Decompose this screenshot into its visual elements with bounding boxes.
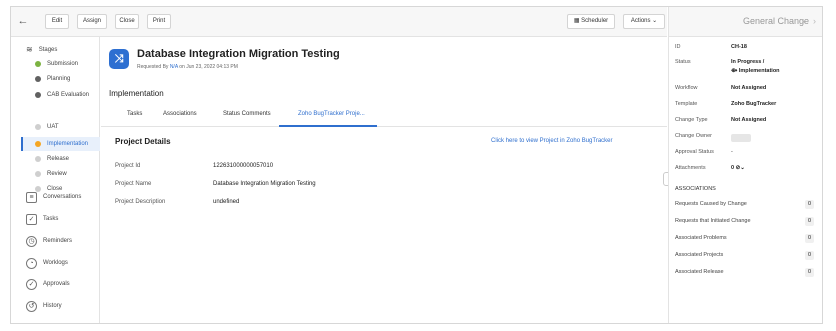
assoc-label-problems: Associated Problems <box>675 235 727 241</box>
stage-planning[interactable]: Planning <box>35 73 70 85</box>
change-detail-window: ← Edit Assign Close Print ▦ Scheduler Ac… <box>10 6 823 324</box>
close-button[interactable]: Close <box>115 14 139 29</box>
detail-label-id: ID <box>675 44 681 50</box>
next-chevron-icon[interactable]: › <box>813 16 816 26</box>
detail-value-id: CH-18 <box>731 44 747 50</box>
details-panel-header: General Change ‹ › <box>669 7 822 37</box>
tab-zoho-bugtracker[interactable]: Zoho BugTracker Proje... <box>298 111 365 117</box>
detail-label-change-type: Change Type <box>675 117 708 123</box>
stage-dot-icon <box>35 171 41 177</box>
tasks-icon: ✓ <box>26 213 37 225</box>
assoc-label-projects: Associated Projects <box>675 252 724 258</box>
assign-button[interactable]: Assign <box>77 14 107 29</box>
requested-by-line: Requested By N/A on Jun 23, 2022 04:13 P… <box>137 64 238 70</box>
main-content: ⤨ Database Integration Migration Testing… <box>101 37 667 323</box>
check-circle-icon: ✓ <box>26 278 37 290</box>
sidebar-item-history[interactable]: ↺ History <box>26 299 62 313</box>
stage-submission[interactable]: Submission <box>35 58 78 70</box>
detail-label-workflow: Workflow <box>675 85 698 91</box>
detail-label-change-owner: Change Owner <box>675 133 712 139</box>
field-value-project-name: Database Integration Migration Testing <box>213 181 316 187</box>
detail-label-status: Status <box>675 59 691 65</box>
field-value-project-description: undefined <box>213 199 240 205</box>
assoc-label-release: Associated Release <box>675 269 724 275</box>
sidebar: ≋ Stages Submission Planning CAB Evaluat… <box>11 37 100 323</box>
layers-icon: ≋ <box>26 45 33 54</box>
assoc-label-requests-initiated: Requests that Initiated Change <box>675 218 751 224</box>
change-shuffle-icon: ⤨ <box>109 49 129 69</box>
change-type-title: General Change <box>743 16 810 26</box>
stage-implementation[interactable]: Implementation <box>35 138 88 150</box>
page-title: Database Integration Migration Testing <box>137 48 340 60</box>
assoc-count-projects[interactable]: 0 <box>805 251 814 260</box>
detail-label-template: Template <box>675 101 698 107</box>
detail-value-approval-status: - <box>731 149 733 155</box>
sidebar-item-worklogs[interactable]: ◔ Worklogs <box>26 256 68 270</box>
back-arrow-icon[interactable]: ← <box>15 13 31 29</box>
stage-cab-evaluation[interactable]: CAB Evaluation <box>35 89 89 101</box>
sidebar-item-conversations[interactable]: ≡ Conversations <box>26 190 81 204</box>
actions-dropdown[interactable]: Actions ⌄ <box>623 14 665 29</box>
assoc-count-requests-caused[interactable]: 0 <box>805 200 814 209</box>
stages-header: ≋ Stages <box>26 45 58 54</box>
tab-associations[interactable]: Associations <box>163 111 197 117</box>
detail-label-approval-status: Approval Status <box>675 149 714 155</box>
chat-icon: ≡ <box>26 191 37 203</box>
field-label-project-description: Project Description <box>115 199 166 205</box>
project-details-title: Project Details <box>115 137 171 146</box>
assoc-count-problems[interactable]: 0 <box>805 234 814 243</box>
associations-heading: ASSOCIATIONS <box>675 186 716 192</box>
stage-review[interactable]: Review <box>35 168 67 180</box>
sidebar-item-reminders[interactable]: ◷ Reminders <box>26 234 72 248</box>
alarm-icon: ◷ <box>26 235 37 247</box>
previous-chevron-icon[interactable]: ‹ <box>803 16 806 26</box>
calendar-icon: ▦ <box>573 18 580 24</box>
history-icon: ↺ <box>26 300 37 312</box>
assoc-label-requests-caused: Requests Caused by Change <box>675 201 747 207</box>
tab-bar: Tasks Associations Status Comments Zoho … <box>101 105 667 127</box>
stage-uat[interactable]: UAT <box>35 121 59 133</box>
edit-button[interactable]: Edit <box>45 14 69 29</box>
stage-dot-icon <box>35 76 41 82</box>
toolbar: ← Edit Assign Close Print ▦ Scheduler Ac… <box>11 7 667 37</box>
detail-value-status[interactable]: In Progress / <box>731 59 764 65</box>
view-project-link[interactable]: Click here to view Project in Zoho BugTr… <box>491 138 613 144</box>
stage-dot-icon <box>35 141 41 147</box>
detail-label-attachments: Attachments <box>675 165 706 171</box>
print-button[interactable]: Print <box>147 14 171 29</box>
field-label-project-name: Project Name <box>115 181 152 187</box>
scheduler-label: Scheduler <box>581 18 609 24</box>
field-value-project-id: 122631000000057010 <box>213 163 274 169</box>
detail-value-workflow: Not Assigned <box>731 85 767 91</box>
stage-dot-icon <box>35 92 41 98</box>
assoc-count-requests-initiated[interactable]: 0 <box>805 217 814 226</box>
section-title: Implementation <box>109 89 164 98</box>
attachments-count-dropdown[interactable]: 0 ⊘⌄ <box>731 165 745 171</box>
detail-value-status-stage: ⟴ Implementation <box>731 68 780 74</box>
stage-dot-icon <box>35 156 41 162</box>
stage-dot-icon <box>35 124 41 130</box>
timer-icon: ◔ <box>26 257 37 269</box>
field-label-project-id: Project Id <box>115 163 141 169</box>
stage-release[interactable]: Release <box>35 153 69 165</box>
detail-value-change-type: Not Assigned <box>731 117 767 123</box>
active-tab-indicator <box>279 125 377 127</box>
sidebar-item-approvals[interactable]: ✓ Approvals <box>26 277 70 291</box>
scheduler-button[interactable]: ▦ Scheduler <box>567 14 615 29</box>
change-owner-avatar <box>731 134 751 142</box>
assoc-count-release[interactable]: 0 <box>805 268 814 277</box>
stage-dot-icon <box>35 61 41 67</box>
tab-tasks[interactable]: Tasks <box>127 111 142 117</box>
tab-status-comments[interactable]: Status Comments <box>223 111 271 117</box>
details-panel: General Change ‹ › ID CH-18 Status In Pr… <box>668 7 822 323</box>
sidebar-item-tasks[interactable]: ✓ Tasks <box>26 212 58 226</box>
detail-value-template: Zoho BugTracker <box>731 101 777 107</box>
requester-link[interactable]: N/A <box>170 64 178 70</box>
